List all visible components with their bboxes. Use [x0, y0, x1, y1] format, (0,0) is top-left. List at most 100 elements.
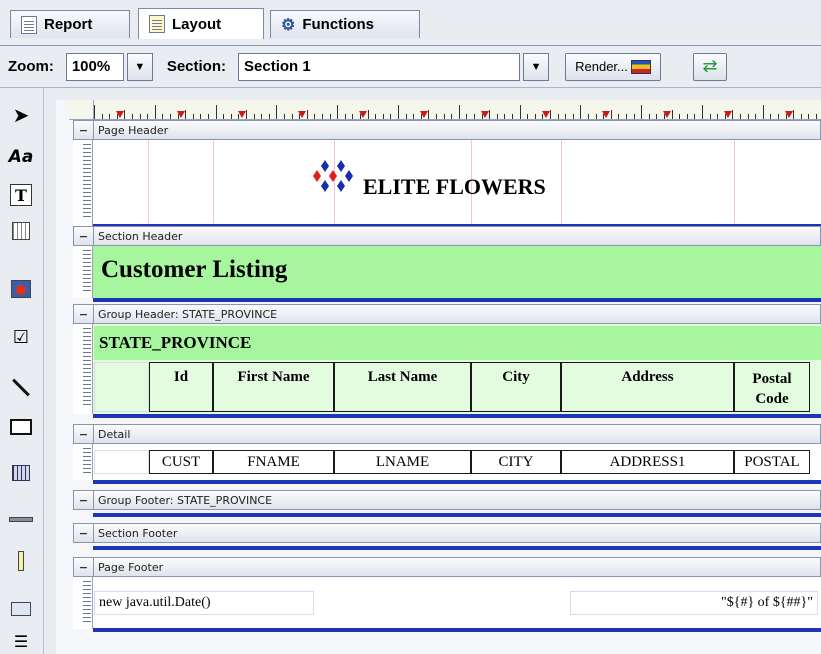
ruler-tick [755, 114, 757, 119]
zoom-combo[interactable]: 100% [65, 52, 124, 81]
footer-date-field[interactable]: new java.util.Date() [94, 591, 314, 615]
collapse-icon[interactable]: − [74, 227, 94, 245]
ruler-tick [200, 114, 202, 119]
collapse-icon[interactable]: − [74, 305, 94, 323]
ruler-tick [382, 114, 384, 119]
ruler-tick [702, 105, 703, 119]
list-icon[interactable]: ☰ [8, 628, 34, 654]
band-page-header[interactable]: − Page Header [73, 120, 821, 140]
detail-field[interactable]: POSTAL [734, 450, 810, 474]
tab-layout[interactable]: Layout [138, 8, 264, 39]
collapse-icon[interactable]: − [74, 425, 94, 443]
rectangle-icon[interactable] [8, 414, 34, 440]
chart-icon[interactable] [8, 596, 34, 622]
company-name[interactable]: ELITE FLOWERS [363, 174, 546, 200]
column-header[interactable]: Postal Code [734, 362, 810, 412]
zoom-dropdown-button[interactable]: ▼ [126, 52, 153, 81]
band-section-header[interactable]: − Section Header [73, 226, 821, 246]
band-group-header[interactable]: − Group Header: STATE_PROVINCE [73, 304, 821, 324]
section-combo[interactable]: Section 1 [238, 52, 521, 81]
ruler-tick [162, 114, 164, 119]
ruler-tick [603, 114, 605, 119]
band-page-footer[interactable]: − Page Footer [73, 557, 821, 577]
checkbox-icon[interactable]: ☑ [8, 324, 34, 350]
ruler-tick [641, 105, 643, 119]
ruler-tick [238, 114, 240, 119]
collapse-icon[interactable]: − [74, 524, 94, 542]
ruler-tick [595, 114, 597, 119]
line-icon[interactable] [8, 374, 34, 400]
ruler-tick [185, 110, 187, 119]
ruler-tick [428, 110, 430, 119]
ruler-tick [664, 114, 665, 119]
table-icon[interactable] [8, 218, 34, 244]
header-cell-spacer [94, 362, 149, 412]
column-header[interactable]: Last Name [334, 362, 471, 412]
band-group-footer[interactable]: − Group Footer: STATE_PROVINCE [73, 490, 821, 510]
image-icon[interactable] [8, 276, 34, 302]
ruler-tick [124, 110, 126, 119]
ruler-tick [109, 114, 111, 119]
detail-field[interactable]: FNAME [213, 450, 334, 474]
collapse-icon[interactable]: − [74, 121, 94, 139]
section-label: Section: [166, 58, 227, 75]
band-label: Section Footer [98, 526, 178, 540]
detail-field[interactable]: ADDRESS1 [561, 450, 734, 474]
detail-body: CUST FNAME LNAME CITY ADDRESS1 POSTAL [73, 444, 821, 480]
collapse-icon[interactable]: − [74, 491, 94, 509]
detail-field[interactable]: LNAME [334, 450, 471, 474]
ruler-tick [580, 105, 582, 119]
ruler-tick [268, 114, 270, 119]
band-detail[interactable]: − Detail [73, 424, 821, 444]
ruler-tick [504, 114, 506, 119]
ruler-tick [724, 114, 726, 119]
column-header[interactable]: First Name [213, 362, 334, 412]
section-dropdown-button[interactable]: ▼ [523, 52, 550, 81]
font-icon[interactable]: Aa [8, 144, 34, 170]
collapse-icon[interactable]: − [74, 558, 94, 576]
ruler-tick [139, 114, 141, 119]
footer-page-field[interactable]: "${#} of ${##}" [570, 591, 818, 615]
ruler-tick [694, 114, 696, 119]
tab-layout-label: Layout [172, 15, 222, 33]
text-field-icon[interactable]: T [10, 184, 32, 206]
render-button[interactable]: Render... [565, 52, 662, 81]
ruler-tick [337, 105, 339, 119]
horizontal-bar-icon[interactable] [8, 506, 34, 532]
vertical-ruler [73, 444, 93, 480]
tab-strip: Report Layout ⚙ Functions [0, 0, 821, 46]
ruler-tick [299, 114, 301, 119]
font-icon-text: Aa [8, 147, 34, 167]
report-title[interactable]: Customer Listing [101, 256, 287, 284]
ruler-tick [458, 105, 460, 119]
ruler-tick [116, 114, 118, 119]
ruler-tick [474, 114, 475, 119]
pointer-icon[interactable]: ➤ [8, 102, 34, 128]
column-header[interactable]: Address [561, 362, 734, 412]
band-separator [93, 298, 821, 302]
ruler-tick [306, 110, 308, 119]
band-section-footer[interactable]: − Section Footer [73, 523, 821, 543]
ruler-tick [588, 114, 589, 119]
column-header[interactable]: Id [149, 362, 213, 412]
detail-field[interactable]: CITY [471, 450, 561, 474]
section-value: Section 1 [244, 58, 311, 75]
column-header[interactable]: City [471, 362, 561, 412]
ruler-tick [800, 114, 802, 119]
ruler-tick [291, 114, 293, 119]
ruler-tick [565, 114, 567, 119]
ruler-tick [230, 114, 232, 119]
tab-functions[interactable]: ⚙ Functions [270, 10, 420, 38]
detail-field[interactable]: CUST [149, 450, 213, 474]
vertical-bar-icon[interactable] [8, 548, 34, 574]
ruler-tick [443, 114, 445, 119]
ruler-tick [709, 114, 711, 119]
refresh-button[interactable]: ⇄ [693, 52, 728, 81]
ruler-tick [276, 105, 278, 119]
group-field[interactable]: STATE_PROVINCE [95, 328, 415, 358]
tab-report[interactable]: Report [10, 10, 130, 38]
tab-functions-label: Functions [302, 16, 375, 33]
grid-icon[interactable] [8, 460, 34, 486]
detail-cell-spacer [94, 450, 149, 474]
ruler-tick [519, 105, 521, 119]
